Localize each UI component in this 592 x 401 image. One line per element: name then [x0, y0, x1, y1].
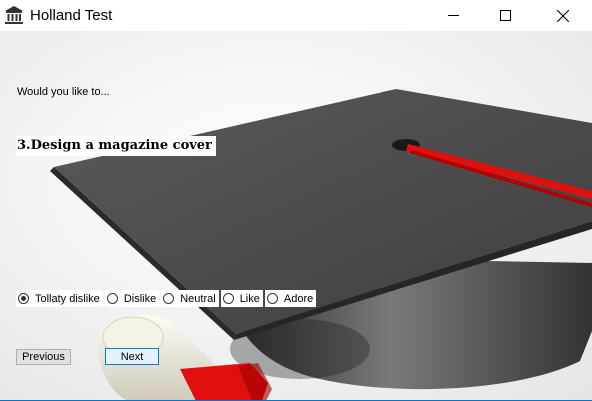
close-icon: [557, 9, 569, 22]
radio-button[interactable]: [222, 293, 234, 304]
option-dislike[interactable]: Dislike: [104, 290, 160, 307]
previous-button[interactable]: Previous: [16, 349, 71, 365]
option-label: Like: [239, 292, 260, 305]
option-label: Dislike: [123, 292, 157, 305]
option-label: Adore: [283, 292, 314, 305]
option-adore[interactable]: Adore: [264, 290, 317, 307]
window-title: Holland Test: [30, 7, 113, 24]
prompt-label: Would you like to...: [17, 86, 110, 98]
radio-button[interactable]: [266, 293, 278, 304]
maximize-button[interactable]: [482, 0, 528, 31]
option-neutral[interactable]: Neutral: [161, 290, 219, 307]
maximize-icon: [499, 10, 511, 21]
bank-building-icon: [4, 5, 24, 25]
form-client-area: Would you like to... 3.Design a magazine…: [0, 31, 592, 401]
title-bar[interactable]: Holland Test: [0, 0, 592, 31]
radio-button[interactable]: [106, 293, 118, 304]
option-like[interactable]: Like: [220, 290, 263, 307]
option-totally-dislike[interactable]: Tollaty dislike: [16, 290, 103, 307]
minimize-button[interactable]: [430, 0, 476, 31]
option-label: Tollaty dislike: [35, 292, 100, 305]
minimize-icon: [447, 10, 459, 21]
radio-button[interactable]: [163, 293, 175, 304]
close-button[interactable]: [540, 0, 586, 31]
option-label: Neutral: [180, 292, 216, 305]
question-label: 3.Design a magazine cover: [16, 136, 216, 156]
next-button[interactable]: Next: [105, 348, 159, 365]
app-window: Holland Test Would you like to... 3.Desi…: [0, 0, 592, 401]
radio-button-checked[interactable]: [18, 293, 29, 304]
answer-radio-group: Tollaty dislike Dislike Neutral Like Ado…: [16, 290, 318, 307]
